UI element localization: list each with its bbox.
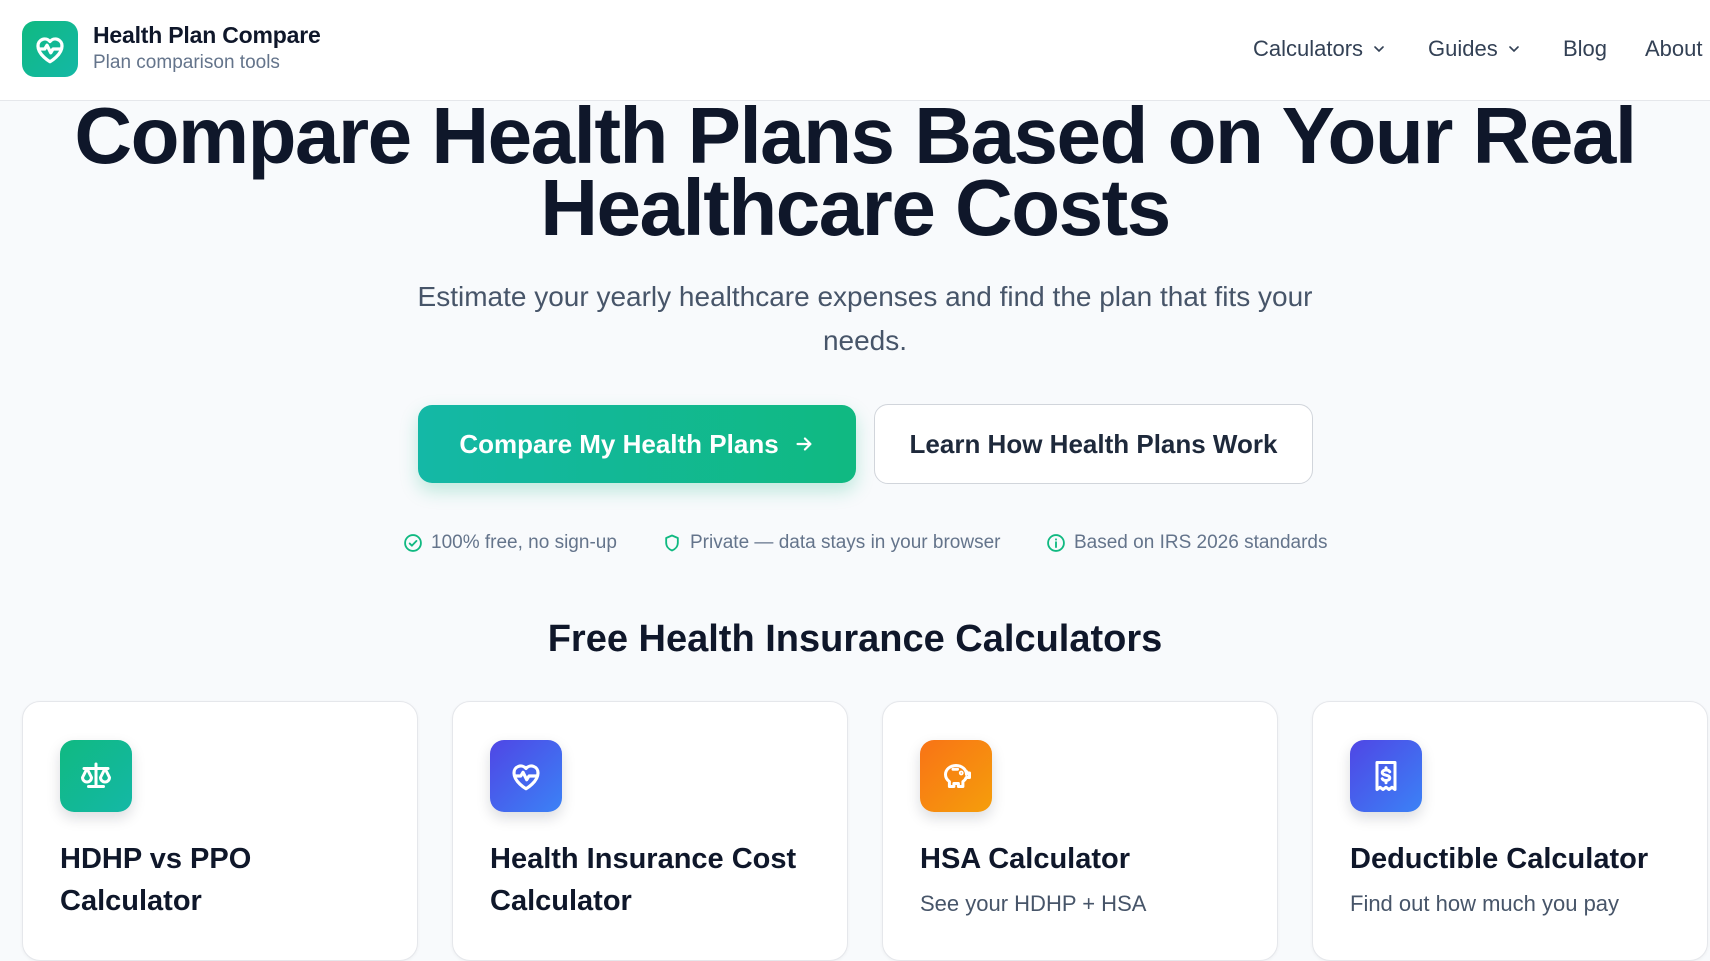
trust-badge-irs: Based on IRS 2026 standards [1046, 532, 1328, 554]
heart-pulse-icon [512, 764, 540, 791]
chevron-down-icon [1374, 46, 1384, 53]
brand-title[interactable]: Health Plan Compare [93, 22, 321, 49]
card-icon-tile [490, 740, 562, 812]
trust-badge-private-label: Private — data stays in your browser [690, 532, 1001, 553]
card-description: See your HDHP + HSA [920, 891, 1147, 916]
calculators-section-title: Free Health Insurance Calculators [547, 618, 1163, 660]
card-icon-tile [920, 740, 992, 812]
hero-title-line2: Healthcare Costs [540, 163, 1171, 252]
card-icon-tile [60, 740, 132, 812]
brand-subtitle: Plan comparison tools [93, 52, 280, 73]
compare-plans-button[interactable]: Compare My Health Plans [418, 405, 856, 483]
nav-about[interactable]: About [1645, 36, 1703, 62]
calculator-card-hdhp-ppo[interactable]: HDHP vs PPO Calculator [22, 701, 418, 961]
trust-badge-irs-label: Based on IRS 2026 standards [1074, 532, 1328, 553]
card-description: Find out how much you pay [1350, 891, 1620, 916]
learn-plans-button-label: Learn How Health Plans Work [909, 428, 1278, 459]
chevron-down-icon [1508, 46, 1519, 53]
compare-plans-button-label: Compare My Health Plans [459, 428, 779, 459]
nav-calculators-label: Calculators [1253, 36, 1364, 61]
receipt-dollar-icon [1375, 761, 1397, 791]
site-header: Health Plan Compare Plan comparison tool… [0, 0, 1710, 101]
hero-title: Compare Health Plans Based on Your Real … [0, 96, 1710, 248]
calculator-card-hsa[interactable]: HSA Calculator See your HDHP + HSA [882, 701, 1278, 961]
card-icon-tile [1350, 740, 1422, 812]
nav-calculators[interactable]: Calculators [1253, 36, 1387, 62]
trust-badge-private: Private — data stays in your browser [662, 532, 1000, 554]
nav-blog[interactable]: Blog [1563, 36, 1607, 62]
hero-subtitle: Estimate your yearly healthcare expenses… [417, 281, 1313, 356]
card-title: HSA Calculator [920, 843, 1131, 875]
nav-about-label: About [1645, 36, 1703, 61]
heart-pulse-icon [36, 37, 64, 64]
check-circle-icon [404, 534, 422, 552]
learn-plans-button[interactable]: Learn How Health Plans Work [874, 404, 1313, 484]
shield-icon [665, 534, 679, 552]
trust-badge-free: 100% free, no sign-up [403, 532, 617, 554]
logo[interactable] [22, 21, 78, 77]
info-circle-icon [1047, 534, 1065, 552]
card-title: HDHP vs PPO Calculator [60, 843, 252, 917]
scale-icon [81, 762, 111, 788]
nav-guides[interactable]: Guides [1428, 36, 1522, 62]
trust-badge-free-label: 100% free, no sign-up [431, 532, 617, 553]
card-title: Deductible Calculator [1350, 843, 1649, 875]
calculator-card-deductible[interactable]: Deductible Calculator Find out how much … [1312, 701, 1708, 961]
calculator-card-cost[interactable]: Health Insurance Cost Calculator [452, 701, 848, 961]
piggy-bank-icon [944, 764, 971, 788]
nav-blog-label: Blog [1563, 36, 1608, 61]
card-title: Health Insurance Cost Calculator [490, 843, 797, 917]
arrow-right-icon [796, 437, 812, 451]
nav-guides-label: Guides [1428, 36, 1498, 61]
